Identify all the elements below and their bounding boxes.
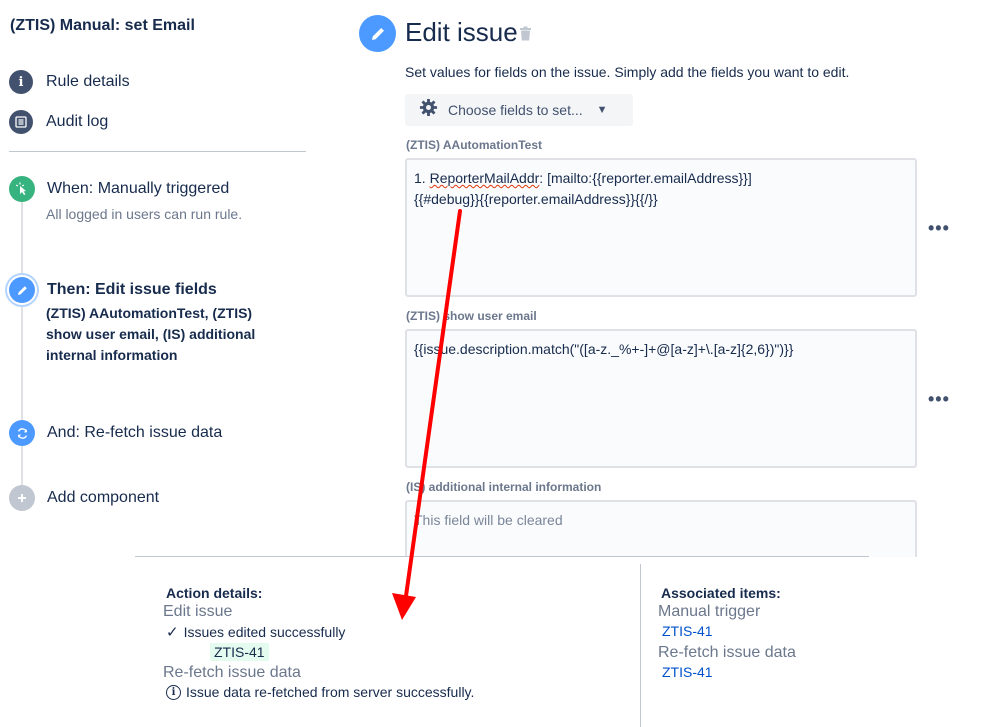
field-text: 1. (414, 170, 430, 186)
gear-icon (419, 98, 438, 122)
editor-title: Edit issue (405, 17, 518, 47)
associated-items-title: Associated items: (661, 585, 781, 601)
rule-title: (ZTIS) Manual: set Email (10, 17, 195, 34)
pencil-icon (9, 277, 35, 303)
nav-rule-details-label: Rule details (46, 73, 130, 90)
step-edit-desc: (ZTIS) AAutomationTest, (ZTIS) show user… (46, 305, 256, 363)
associated-issue-link[interactable]: ZTIS-41 (662, 623, 713, 639)
timeline-connector (21, 200, 23, 276)
action-refetch-status: i Issue data re-fetched from server succ… (166, 684, 474, 700)
field-additional-info-input[interactable]: This field will be cleared (405, 500, 917, 557)
action-details-title: Action details: (166, 585, 263, 601)
panel-vertical-divider (640, 564, 641, 727)
associated-refetch: Re-fetch issue data (658, 644, 796, 661)
pencil-icon (359, 15, 396, 52)
associated-manual-trigger: Manual trigger (658, 603, 761, 620)
step-trigger-title: When: Manually triggered (47, 180, 230, 197)
editor-description: Set values for fields on the issue. Simp… (405, 64, 850, 80)
action-refetch-text: Issue data re-fetched from server succes… (186, 684, 475, 700)
nav-divider (9, 151, 306, 152)
chevron-down-icon: ▼ (596, 104, 608, 116)
timeline-connector (21, 302, 23, 420)
field-text: : [mailto:{{reporter.emailAddress}}] (539, 170, 752, 186)
plus-icon (9, 485, 35, 511)
timeline-connector (21, 445, 23, 485)
list-icon (9, 110, 33, 134)
checkmark-icon: ✓ (166, 624, 179, 641)
field-text: ReporterMailAddr (429, 170, 540, 186)
associated-issue-link[interactable]: ZTIS-41 (662, 664, 713, 680)
nav-rule-details[interactable]: i Rule details (9, 69, 130, 95)
nav-audit-log[interactable]: Audit log (9, 109, 108, 135)
nav-audit-log-label: Audit log (46, 113, 109, 130)
field-text: {{issue.description.match("([a-z._%+-]+@… (414, 341, 794, 357)
refresh-icon (9, 420, 35, 446)
info-icon: i (9, 70, 33, 94)
field-show-user-email-input[interactable]: {{issue.description.match("([a-z._%+-]+@… (405, 329, 917, 468)
action-edit-issue: Edit issue (163, 603, 233, 620)
action-edited-text: Issues edited successfully (183, 624, 346, 640)
action-refetch: Re-fetch issue data (163, 664, 301, 681)
trash-icon[interactable] (519, 26, 532, 46)
panel-divider (135, 556, 869, 557)
action-edited-status: ✓ Issues edited successfully (166, 623, 345, 641)
field-text: {{#debug}}{{reporter.emailAddress}}{{/}} (414, 191, 658, 207)
field-aautomationtest-input[interactable]: 1. ReporterMailAddr: [mailto:{{reporter.… (405, 158, 917, 297)
field-label-show-user-email: (ZTIS) show user email (406, 309, 537, 323)
step-edit-title: Then: Edit issue fields (47, 281, 217, 298)
more-options-button[interactable]: ••• (928, 389, 950, 410)
add-component-label: Add component (47, 489, 160, 506)
step-refetch-title: And: Re-fetch issue data (47, 424, 223, 441)
field-label-aautomationtest: (ZTIS) AAutomationTest (406, 138, 542, 152)
field-label-additional-info: (IS) additional internal information (406, 480, 602, 494)
step-trigger-subtitle: All logged in users can run rule. (46, 206, 243, 222)
pointer-click-icon (9, 176, 35, 202)
field-placeholder: This field will be cleared (414, 512, 563, 528)
choose-fields-button[interactable]: Choose fields to set... ▼ (405, 94, 633, 126)
issue-key-badge[interactable]: ZTIS-41 (210, 643, 269, 661)
more-options-button[interactable]: ••• (928, 218, 950, 239)
info-icon: i (166, 684, 181, 700)
choose-fields-label: Choose fields to set... (448, 102, 583, 118)
